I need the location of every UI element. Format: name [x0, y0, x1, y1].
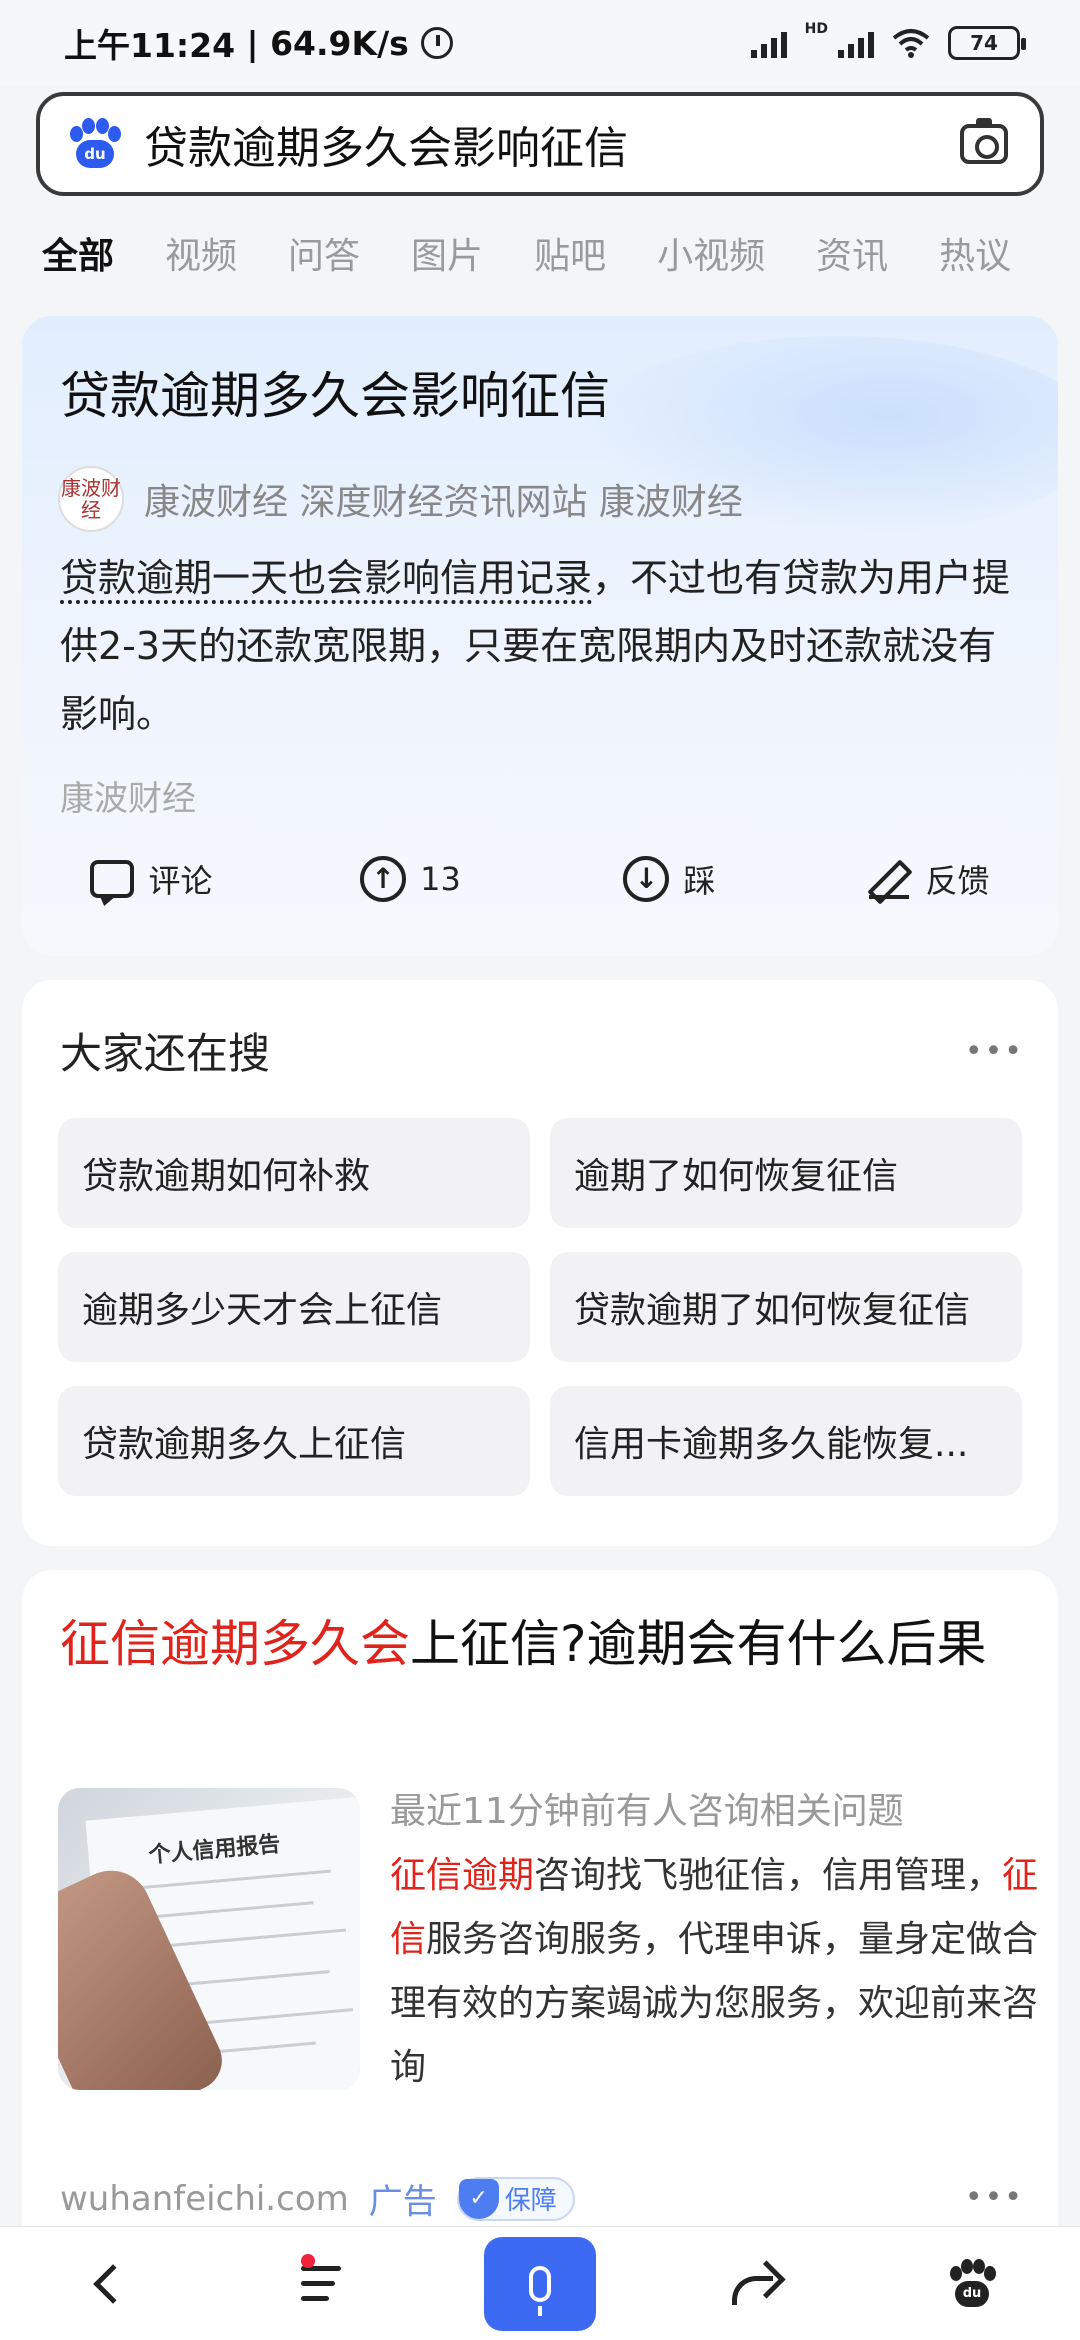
ad-more-icon[interactable]: ••• [965, 2180, 1024, 2215]
ad-domain[interactable]: wuhanfeichi.com [60, 2179, 349, 2219]
back-button[interactable] [0, 2227, 216, 2340]
voice-button[interactable] [432, 2227, 648, 2340]
answer-title[interactable]: 贷款逾期多久会影响征信 [60, 356, 610, 428]
mic-button-bg[interactable] [484, 2236, 596, 2331]
tab-video[interactable]: 视频 [165, 227, 237, 279]
downvote-label: 踩 [683, 862, 716, 900]
tab-images[interactable]: 图片 [411, 227, 483, 279]
ad-text-part-2: 服务咨询服务，代理申诉，量身定做合理有效的方案竭诚为您服务，欢迎前来咨询 [390, 1919, 1039, 2088]
search-tabs: 全部 视频 问答 图片 贴吧 小视频 资讯 热议 [0, 210, 1080, 296]
related-item[interactable]: 贷款逾期多久上征信 [58, 1386, 530, 1496]
tab-qa[interactable]: 问答 [288, 227, 360, 279]
baidu-logo-icon: du [68, 118, 121, 170]
tab-all[interactable]: 全部 [42, 227, 114, 279]
feedback-button[interactable]: 反馈 [799, 856, 1058, 902]
related-item[interactable]: 贷款逾期了如何恢复征信 [550, 1252, 1022, 1362]
battery-level: 74 [970, 31, 998, 55]
tab-news[interactable]: 资讯 [816, 227, 888, 279]
alarm-icon [420, 27, 453, 59]
paw-text: du [955, 2280, 989, 2307]
tab-tieba[interactable]: 贴吧 [534, 227, 606, 279]
comment-button[interactable]: 评论 [22, 856, 281, 902]
related-item[interactable]: 贷款逾期如何补救 [58, 1118, 530, 1228]
comment-label: 评论 [148, 862, 213, 900]
status-time: 上午11:24 [64, 26, 236, 65]
source-logo: 康波财经 [58, 466, 124, 532]
edit-icon [867, 857, 911, 901]
status-separator: | [235, 23, 271, 63]
menu-button[interactable] [216, 2227, 432, 2340]
related-searches-card: 大家还在搜 ••• 贷款逾期如何补救 逾期了如何恢复征信 逾期多少天才会上征信 … [22, 980, 1058, 1546]
arrow-up-icon: ↑ [360, 856, 407, 902]
downvote-button[interactable]: ↓ 踩 [540, 856, 799, 902]
arrow-down-icon: ↓ [623, 856, 670, 902]
source-line: 康波财经 深度财经资讯网站 康波财经 [144, 482, 743, 523]
answer-highlight[interactable]: 贷款逾期一天也会影响信用记录 [60, 556, 593, 604]
ad-title-rest: 上征信?逾期会有什么后果 [410, 1615, 987, 1673]
ad-title[interactable]: 征信逾期多久会上征信?逾期会有什么后果 [60, 1610, 1020, 1678]
status-bar: 上午11:24 | 64.9K/s HD 74 [0, 0, 1080, 86]
more-icon[interactable]: ••• [965, 1034, 1024, 1069]
battery-icon: 74 [948, 26, 1026, 60]
wifi-icon [892, 29, 930, 58]
menu-icon [301, 2253, 347, 2302]
shield-check-icon: ✓ [458, 2178, 499, 2219]
ad-card[interactable]: 征信逾期多久会上征信?逾期会有什么后果 个人信用报告 最近11分钟前有人咨询相关… [22, 1570, 1058, 2290]
back-arrow-icon [93, 2263, 133, 2304]
ad-title-highlight: 征信逾期多久会 [60, 1615, 410, 1673]
camera-icon[interactable] [960, 118, 1008, 164]
search-box[interactable]: du 贷款逾期多久会影响征信 [36, 92, 1044, 196]
comment-icon [90, 860, 135, 898]
answer-source-footer: 康波财经 [60, 779, 196, 819]
ad-description: 最近11分钟前有人咨询相关问题 征信逾期咨询找飞驰征信，信用管理，征信服务咨询服务… [390, 1780, 1040, 2100]
ad-image[interactable]: 个人信用报告 [58, 1788, 360, 2090]
microphone-icon [529, 2265, 551, 2316]
notification-dot [301, 2253, 315, 2268]
answer-body: 贷款逾期一天也会影响信用记录，不过也有贷款为用户提供2-3天的还款宽限期，只要在… [60, 544, 1030, 748]
hd-label: HD [804, 21, 828, 37]
related-item[interactable]: 逾期了如何恢复征信 [550, 1118, 1022, 1228]
upvote-button[interactable]: ↑ 13 [281, 856, 540, 902]
signal-icon [750, 28, 787, 58]
status-left: 上午11:24 | 64.9K/s [64, 19, 453, 67]
related-title: 大家还在搜 [60, 1029, 271, 1078]
feedback-label: 反馈 [925, 862, 990, 900]
baidu-paw-icon: du [948, 2258, 996, 2309]
related-item[interactable]: 逾期多少天才会上征信 [58, 1252, 530, 1362]
ad-notice: 最近11分钟前有人咨询相关问题 [390, 1791, 904, 1832]
guarantee-label: 保障 [504, 2186, 557, 2216]
answer-card[interactable]: 贷款逾期多久会影响征信 康波财经 康波财经 深度财经资讯网站 康波财经 贷款逾期… [22, 316, 1058, 956]
bottom-nav: du [0, 2226, 1080, 2340]
baidu-home-button[interactable]: du [864, 2227, 1080, 2340]
signal-icon-2 [838, 28, 874, 58]
ad-footer: wuhanfeichi.com 广告 ✓ 保障 [60, 2174, 575, 2223]
upvote-count: 13 [420, 860, 461, 898]
ad-text-part-1: 咨询找飞驰征信，信用管理， [534, 1855, 1003, 1896]
share-icon [732, 2264, 780, 2305]
search-input[interactable]: 贷款逾期多久会影响征信 [144, 112, 960, 176]
answer-source-row[interactable]: 康波财经 康波财经 深度财经资讯网站 康波财经 [58, 466, 743, 532]
logo-text: du [76, 140, 114, 168]
status-right: HD 74 [750, 21, 1026, 60]
guarantee-badge[interactable]: ✓ 保障 [456, 2176, 575, 2221]
ad-label: 广告 [368, 2182, 437, 2222]
ad-text-highlight-1: 征信逾期 [390, 1855, 535, 1896]
share-button[interactable] [648, 2227, 864, 2340]
related-item[interactable]: 信用卡逾期多久能恢复... [550, 1386, 1022, 1496]
document-title: 个人信用报告 [147, 1831, 282, 1869]
tab-short-video[interactable]: 小视频 [657, 227, 765, 279]
tab-discussion[interactable]: 热议 [939, 227, 1011, 279]
network-speed: 64.9K/s [270, 23, 409, 63]
answer-actions: 评论 ↑ 13 ↓ 踩 反馈 [22, 856, 1058, 902]
